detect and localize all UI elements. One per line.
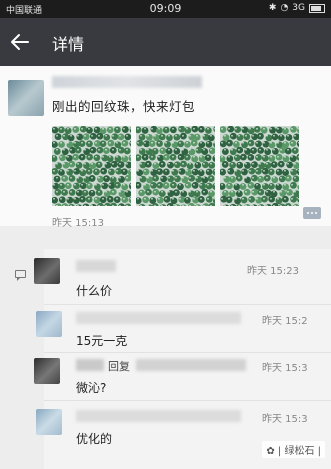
back-button[interactable] — [8, 29, 32, 55]
poster-name-blurred[interactable] — [52, 76, 202, 88]
commenter-avatar[interactable] — [36, 311, 62, 337]
back-arrow-icon — [11, 34, 29, 50]
beads-image — [220, 126, 299, 206]
bluetooth-icon: ✱ — [268, 3, 277, 13]
poster-avatar[interactable] — [8, 80, 44, 116]
post-photo-3[interactable] — [220, 126, 299, 206]
network-label: 3G — [292, 3, 305, 13]
comment-divider — [44, 304, 331, 305]
watermark: ✿ | 绿松石 | — [262, 441, 325, 458]
reply-label: 回复 — [108, 360, 130, 373]
beads-image — [52, 126, 131, 206]
watermark-logo-icon: ✿ — [266, 446, 275, 457]
commenter-name-blurred[interactable] — [76, 359, 104, 371]
comment-more-button[interactable] — [303, 207, 321, 219]
post-text: 刚出的回纹珠，快来灯包 — [52, 99, 196, 114]
wifi-icon: ◔ — [280, 3, 289, 13]
post-photo-1[interactable] — [52, 126, 131, 206]
status-icons: ✱ ◔ 3G — [269, 3, 325, 13]
beads-image — [136, 126, 215, 206]
page-title: 详情 — [52, 35, 85, 54]
comment-text: 15元一克 — [76, 334, 128, 348]
comment-divider — [44, 352, 331, 353]
watermark-text: | 绿松石 | — [277, 446, 321, 457]
post-photo-2[interactable] — [136, 126, 215, 206]
title-bar: 详情 — [0, 18, 331, 66]
commenter-name-blurred[interactable] — [76, 260, 116, 272]
comment-bubble-icon — [15, 270, 26, 281]
comment-text: 微沁? — [76, 381, 107, 395]
commenter-avatar[interactable] — [34, 258, 60, 284]
comment-text: 什么价 — [76, 284, 113, 298]
comment-time: 昨天 15:3 — [262, 414, 308, 425]
comment-text: 优化的 — [76, 432, 113, 446]
moment-post: 刚出的回纹珠，快来灯包 昨天 15:13 — [0, 66, 331, 229]
battery-icon — [309, 3, 325, 13]
commenter-name-blurred[interactable] — [76, 410, 241, 422]
post-time: 昨天 15:13 — [52, 218, 104, 229]
commenter-name-blurred[interactable] — [76, 312, 241, 324]
commenter-avatar[interactable] — [36, 409, 62, 435]
comment-time: 昨天 15:2 — [262, 316, 308, 327]
comment-time: 昨天 15:3 — [262, 363, 308, 374]
reply-target-name-blurred[interactable] — [136, 359, 246, 371]
comment-time: 昨天 15:23 — [247, 266, 299, 277]
status-bar: 中国联通 09:09 ✱ ◔ 3G — [0, 0, 331, 18]
comment-divider — [44, 400, 331, 401]
commenter-avatar[interactable] — [34, 358, 60, 384]
